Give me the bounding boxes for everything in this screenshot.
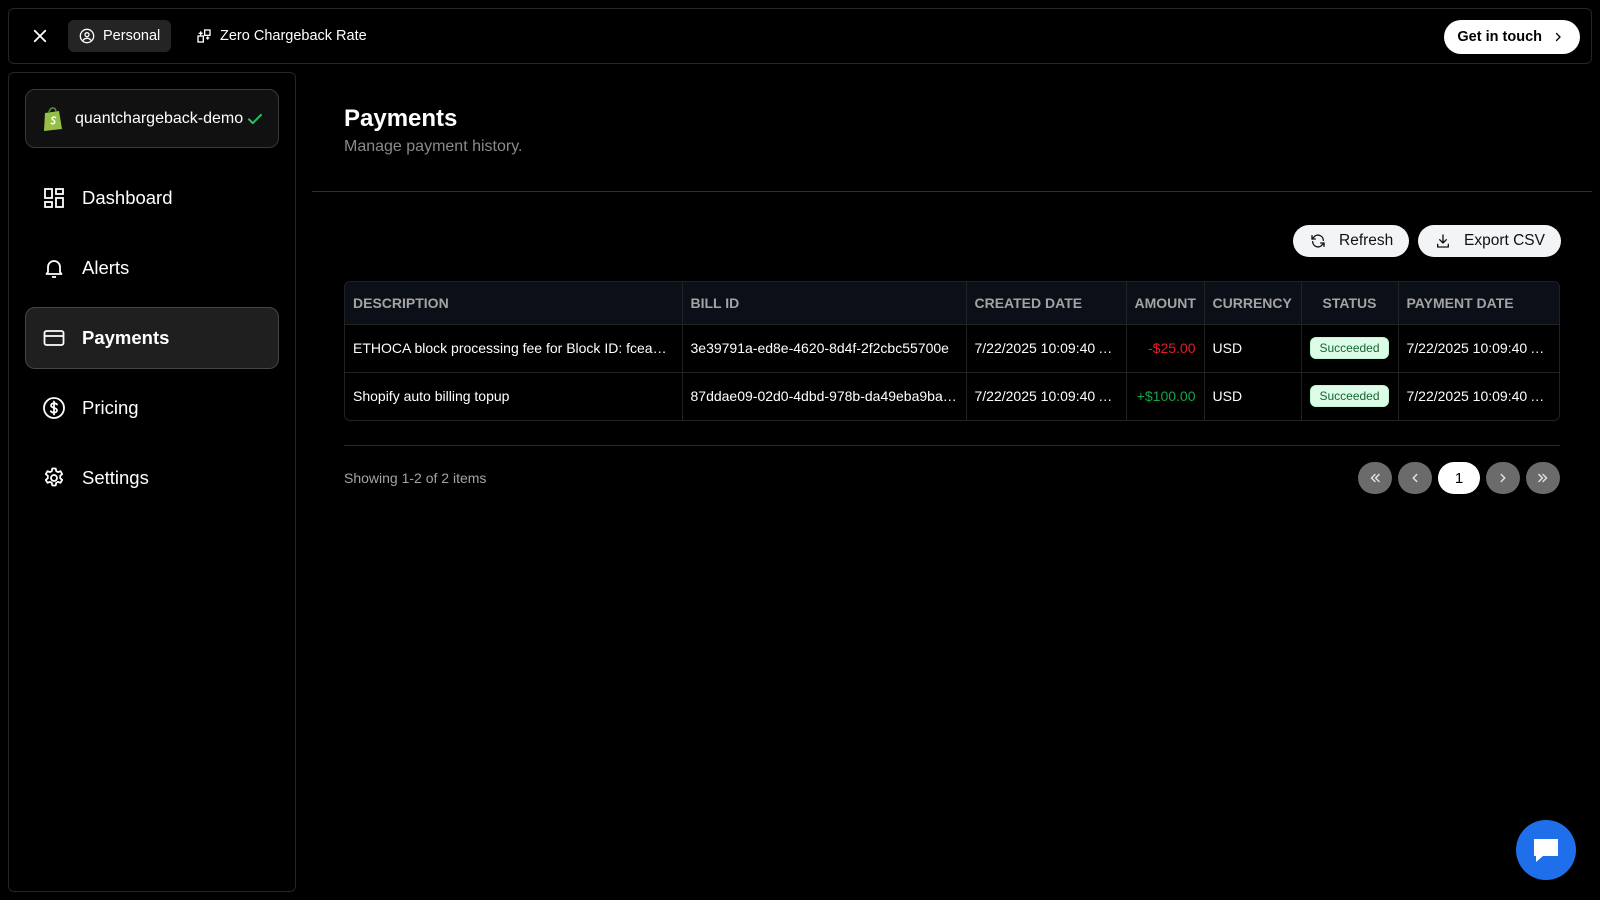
cell-currency: USD	[1204, 372, 1302, 420]
sidebar-item-label: Dashboard	[82, 187, 173, 208]
sidebar-nav: Dashboard Alerts Payments Pricing Settin…	[25, 167, 279, 517]
column-header-bill-id[interactable]: BILL ID	[682, 282, 967, 325]
cell-description: ETHOCA block processing fee for Block ID…	[345, 324, 683, 373]
sidebar-item-label: Settings	[82, 467, 149, 488]
cell-status: Succeeded	[1301, 372, 1399, 420]
cell-bill-id: 87ddae09-02d0-4dbd-978b-da49eba9badc	[682, 372, 967, 420]
cell-status: Succeeded	[1301, 324, 1399, 373]
chevrons-right-icon	[1538, 473, 1548, 483]
shapes-icon	[197, 29, 211, 43]
product-context-button[interactable]: Zero Chargeback Rate	[185, 20, 378, 52]
sidebar-item-label: Payments	[82, 327, 170, 348]
check-icon	[248, 113, 263, 124]
sidebar-item-label: Pricing	[82, 397, 139, 418]
credit-card-icon	[43, 330, 65, 346]
chevron-right-icon	[1555, 32, 1561, 42]
export-csv-label: Export CSV	[1464, 232, 1545, 249]
chat-launcher-button[interactable]	[1516, 820, 1576, 880]
table-header-row: DESCRIPTION BILL ID CREATED DATE AMOUNT …	[345, 282, 1559, 325]
next-page-button[interactable]	[1486, 462, 1520, 494]
sidebar: quantchargeback-demo Dashboard Alerts Pa…	[8, 72, 296, 892]
download-icon	[1437, 234, 1449, 248]
refresh-label: Refresh	[1339, 232, 1394, 249]
cell-currency: USD	[1204, 324, 1302, 373]
table-footer-divider	[344, 445, 1560, 446]
pagination-summary: Showing 1-2 of 2 items	[344, 470, 487, 486]
chevron-right-icon	[1500, 473, 1506, 483]
get-in-touch-button[interactable]: Get in touch	[1444, 20, 1580, 54]
cell-description: Shopify auto billing topup	[345, 372, 683, 420]
cell-payment-date: 7/22/2025 10:09:40 AM	[1398, 324, 1559, 373]
product-context-label: Zero Chargeback Rate	[220, 28, 367, 44]
gear-icon	[44, 467, 64, 487]
column-header-amount[interactable]: AMOUNT	[1126, 282, 1205, 325]
bell-icon	[45, 260, 63, 278]
status-badge: Succeeded	[1310, 385, 1389, 408]
page-button-current[interactable]: 1	[1438, 462, 1480, 494]
sidebar-item-pricing[interactable]: Pricing	[25, 377, 279, 439]
last-page-button[interactable]	[1526, 462, 1560, 494]
column-header-currency[interactable]: CURRENCY	[1204, 282, 1302, 325]
chevron-left-icon	[1412, 473, 1418, 483]
table-row[interactable]: Shopify auto billing topup 87ddae09-02d0…	[345, 372, 1559, 420]
page-title: Payments	[344, 105, 458, 132]
payments-table: DESCRIPTION BILL ID CREATED DATE AMOUNT …	[344, 281, 1560, 421]
personal-context-button[interactable]: Personal	[68, 20, 172, 52]
export-csv-button[interactable]: Export CSV	[1418, 225, 1561, 257]
table-row[interactable]: ETHOCA block processing fee for Block ID…	[345, 324, 1559, 373]
shopify-logo-icon	[44, 106, 62, 131]
close-icon	[33, 29, 47, 43]
refresh-icon	[1311, 234, 1325, 248]
store-selector[interactable]: quantchargeback-demo	[25, 89, 279, 148]
cell-amount: -$25.00	[1126, 324, 1205, 373]
dollar-circle-icon	[43, 397, 65, 419]
previous-page-button[interactable]	[1398, 462, 1432, 494]
cell-amount: +$100.00	[1126, 372, 1205, 420]
cell-payment-date: 7/22/2025 10:09:40 AM	[1406, 388, 1552, 405]
sidebar-item-dashboard[interactable]: Dashboard	[25, 167, 279, 229]
pagination: 1	[1358, 462, 1560, 494]
get-in-touch-label: Get in touch	[1457, 29, 1542, 45]
cell-created-date: 7/22/2025 10:09:40 AM	[966, 324, 1127, 373]
personal-context-label: Personal	[103, 28, 161, 44]
status-badge: Succeeded	[1310, 337, 1389, 359]
first-page-button[interactable]	[1358, 462, 1392, 494]
header-divider	[312, 191, 1592, 192]
column-header-status[interactable]: STATUS	[1301, 282, 1399, 325]
cell-created-date: 7/22/2025 10:09:40 AM	[966, 372, 1127, 420]
sidebar-item-alerts[interactable]: Alerts	[25, 237, 279, 299]
sidebar-item-settings[interactable]: Settings	[25, 447, 279, 509]
store-name: quantchargeback-demo	[75, 109, 244, 127]
column-header-payment-date[interactable]: PAYMENT DATE	[1398, 282, 1559, 325]
refresh-button[interactable]: Refresh	[1293, 225, 1410, 257]
user-circle-icon	[79, 28, 95, 44]
page-subtitle: Manage payment history.	[344, 138, 523, 155]
top-bar: Personal Zero Chargeback Rate Get in tou…	[8, 8, 1592, 64]
sidebar-item-payments[interactable]: Payments	[25, 307, 279, 369]
dashboard-icon	[44, 188, 64, 208]
chevrons-left-icon	[1370, 473, 1380, 483]
column-header-created-date[interactable]: CREATED DATE	[966, 282, 1127, 325]
close-button[interactable]	[27, 23, 53, 49]
column-header-description[interactable]: DESCRIPTION	[345, 282, 683, 325]
chat-bubble-icon	[1534, 839, 1558, 862]
sidebar-item-label: Alerts	[82, 257, 130, 278]
cell-bill-id: 3e39791a-ed8e-4620-8d4f-2f2cbc55700e	[682, 324, 967, 373]
